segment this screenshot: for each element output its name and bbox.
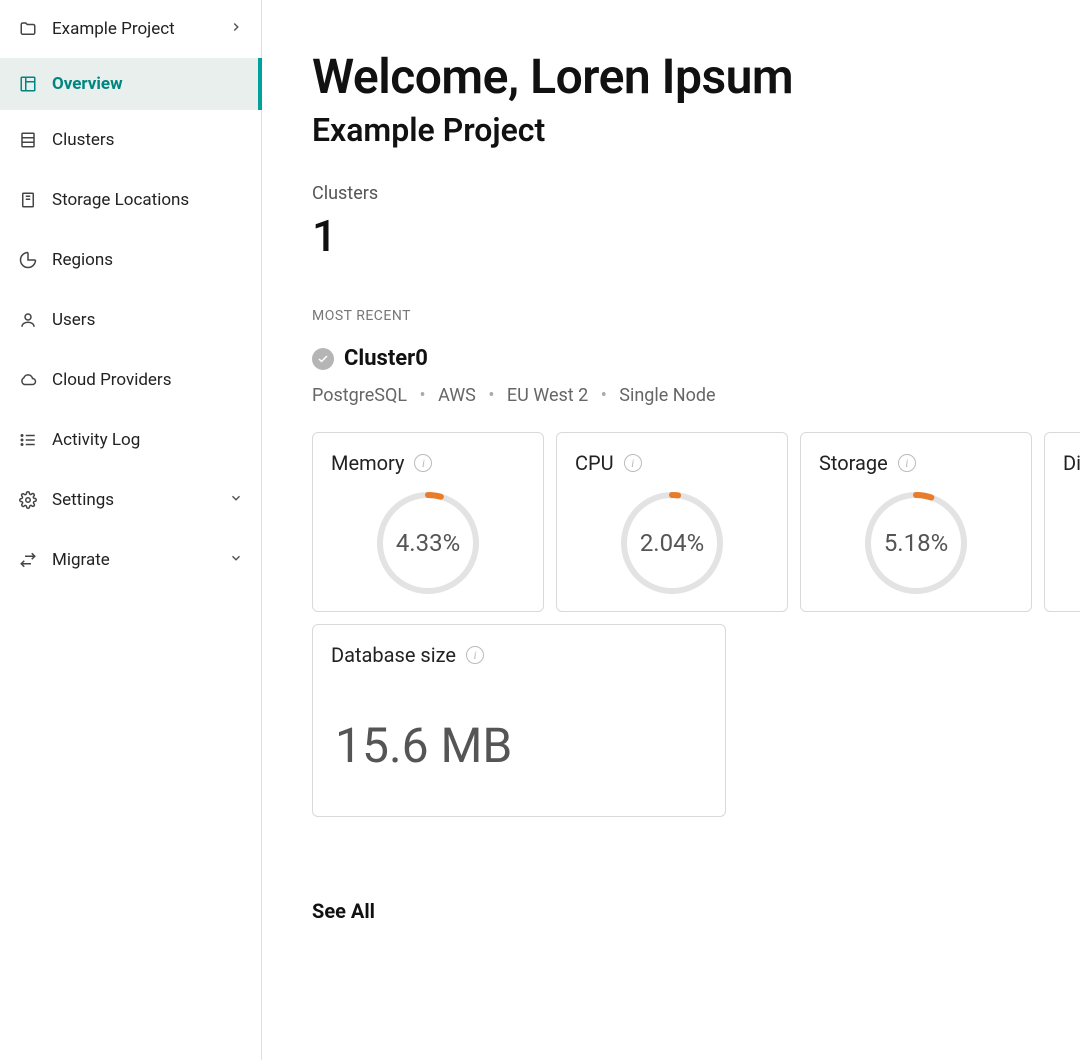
chevron-down-icon (229, 490, 243, 510)
memory-gauge-value: 4.33% (374, 489, 482, 597)
sidebar-item-label: Cloud Providers (52, 370, 243, 390)
sidebar-item-storage-locations[interactable]: Storage Locations (0, 170, 261, 230)
separator-dot: • (593, 385, 615, 406)
card-title: Database size (331, 643, 456, 667)
users-icon (18, 310, 38, 330)
sidebar-project-label: Example Project (52, 19, 215, 39)
card-database-size[interactable]: Database size i 15.6 MB (312, 624, 726, 817)
info-icon[interactable]: i (898, 454, 916, 472)
see-all-link[interactable]: See All (312, 899, 375, 923)
card-storage[interactable]: Storage i 5.18% (800, 432, 1032, 612)
cluster-meta-region: EU West 2 (507, 385, 588, 406)
storage-icon (18, 190, 38, 210)
info-icon[interactable]: i (624, 454, 642, 472)
card-disk[interactable]: Disk (1044, 432, 1080, 612)
cluster-meta-provider: AWS (438, 385, 476, 406)
card-memory[interactable]: Memory i 4.33% (312, 432, 544, 612)
storage-gauge-value: 5.18% (862, 489, 970, 597)
status-check-icon (312, 348, 334, 370)
sidebar-item-cloud-providers[interactable]: Cloud Providers (0, 350, 261, 410)
card-title: CPU (575, 451, 614, 475)
sidebar-item-activity-log[interactable]: Activity Log (0, 410, 261, 470)
clusters-stat-label: Clusters (312, 183, 1080, 204)
project-name-heading: Example Project (312, 111, 1080, 149)
card-title: Storage (819, 451, 888, 475)
cluster-meta: PostgreSQL • AWS • EU West 2 • Single No… (312, 385, 1080, 406)
sidebar-item-label: Activity Log (52, 430, 243, 450)
gear-icon (18, 490, 38, 510)
sidebar-item-migrate[interactable]: Migrate (0, 530, 261, 590)
info-icon[interactable]: i (466, 646, 484, 664)
card-cpu[interactable]: CPU i 2.04% (556, 432, 788, 612)
cluster-name: Cluster0 (344, 346, 428, 371)
cloud-icon (18, 370, 38, 390)
cpu-gauge: 2.04% (618, 489, 726, 597)
card-title: Memory (331, 451, 404, 475)
cpu-gauge-value: 2.04% (618, 489, 726, 597)
sidebar-item-users[interactable]: Users (0, 290, 261, 350)
sidebar-item-label: Settings (52, 490, 215, 510)
metric-cards-row-2: Database size i 15.6 MB (312, 624, 1080, 817)
separator-dot: • (412, 385, 434, 406)
storage-gauge: 5.18% (862, 489, 970, 597)
sidebar-item-regions[interactable]: Regions (0, 230, 261, 290)
folder-icon (18, 19, 38, 39)
cluster-meta-topology: Single Node (619, 385, 715, 406)
most-recent-heading: Most Recent (312, 308, 1080, 324)
sidebar-item-label: Storage Locations (52, 190, 243, 210)
sidebar-item-label: Overview (52, 74, 240, 94)
chevron-right-icon (229, 19, 243, 39)
sidebar-item-settings[interactable]: Settings (0, 470, 261, 530)
sidebar-item-label: Regions (52, 250, 243, 270)
sidebar-item-label: Users (52, 310, 243, 330)
sidebar-item-label: Clusters (52, 130, 243, 150)
database-size-value: 15.6 MB (331, 681, 707, 802)
sidebar: Example Project Overview Clusters Storag… (0, 0, 262, 1060)
main-content: Welcome, Loren Ipsum Example Project Clu… (262, 0, 1080, 1060)
cluster-meta-engine: PostgreSQL (312, 385, 407, 406)
sidebar-item-overview[interactable]: Overview (0, 58, 262, 110)
metric-cards-row: Memory i 4.33% CPU i (312, 432, 1080, 612)
sidebar-item-label: Migrate (52, 550, 215, 570)
chevron-down-icon (229, 550, 243, 570)
sidebar-project-selector[interactable]: Example Project (0, 6, 261, 52)
regions-icon (18, 250, 38, 270)
clusters-icon (18, 130, 38, 150)
migrate-icon (18, 550, 38, 570)
memory-gauge: 4.33% (374, 489, 482, 597)
card-title: Disk (1063, 451, 1080, 475)
separator-dot: • (480, 385, 502, 406)
cluster-header[interactable]: Cluster0 (312, 346, 1080, 371)
dashboard-icon (18, 74, 38, 94)
clusters-stat-value: 1 (312, 210, 1080, 262)
activity-log-icon (18, 430, 38, 450)
welcome-heading: Welcome, Loren Ipsum (312, 48, 1080, 105)
sidebar-item-clusters[interactable]: Clusters (0, 110, 261, 170)
info-icon[interactable]: i (414, 454, 432, 472)
